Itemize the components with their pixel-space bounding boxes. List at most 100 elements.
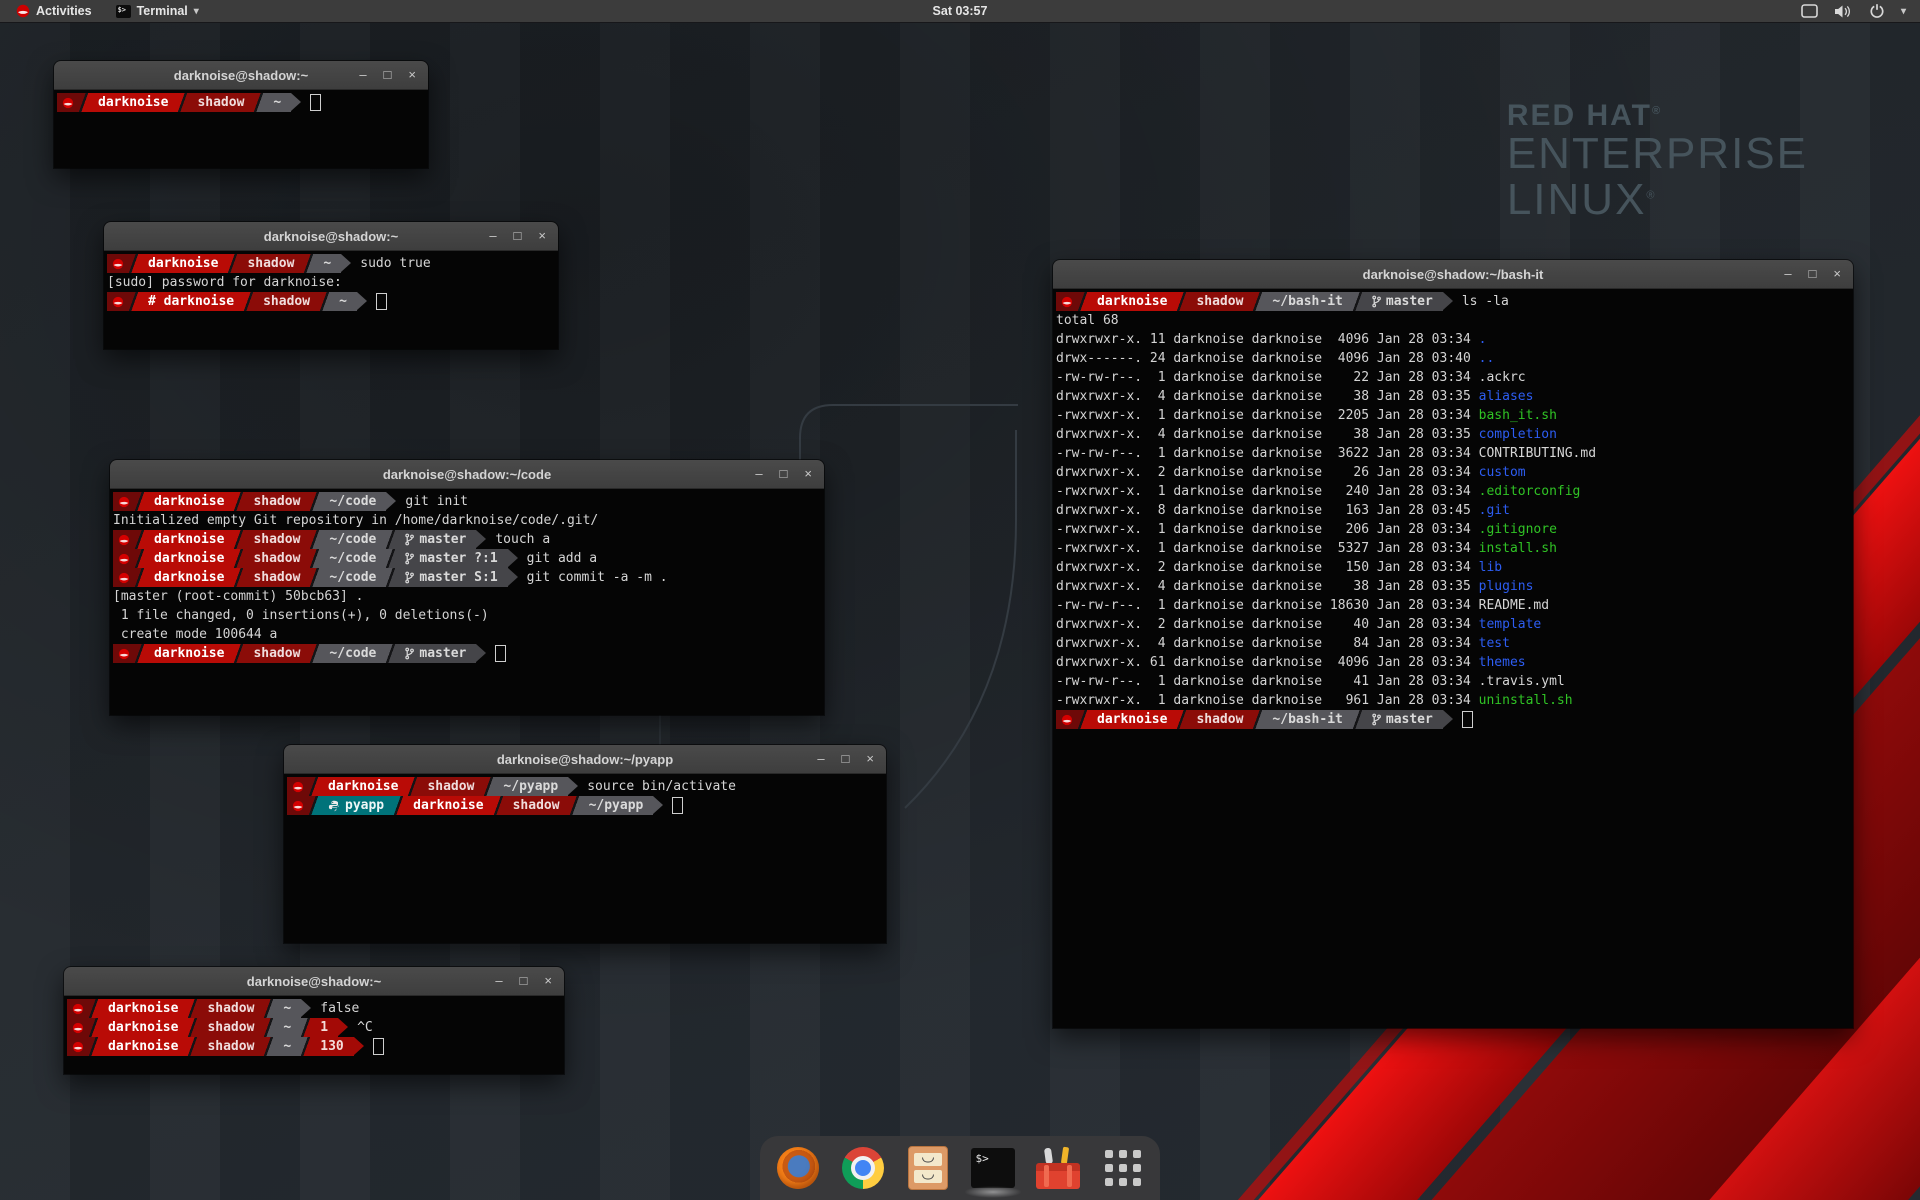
app-menu-button[interactable]: $> Terminal ▾ [106,0,209,22]
terminal-prompt-line: darknoiseshadow~1^C [67,1018,564,1037]
close-button[interactable]: × [544,967,552,995]
minimize-button[interactable]: – [755,460,762,488]
ls-filename: test [1479,636,1510,651]
terminal-content[interactable]: darknoiseshadow~falsedarknoiseshadow~1^C… [64,996,564,1072]
terminal-command: git add a [527,549,597,568]
redhat-fedora-icon [16,4,30,18]
fedora-icon [118,648,130,660]
prompt-segment-icon [67,999,89,1018]
fedora-icon [292,800,304,812]
powerline-separator [1078,710,1087,729]
terminal-content[interactable]: darknoiseshadow~sudo true[sudo] password… [104,251,558,347]
prompt-segment-icon [113,644,135,663]
window-titlebar[interactable]: darknoise@shadow:~ – □ × [104,222,558,251]
terminal-content[interactable]: darknoiseshadow~/pyappsource bin/activat… [284,774,886,941]
close-button[interactable]: × [1833,260,1841,288]
powerline-separator [244,292,253,311]
maximize-button[interactable]: □ [842,745,850,773]
volume-icon[interactable] [1834,4,1853,19]
powerline-arrow [386,492,396,510]
toolbox-icon[interactable] [1036,1146,1080,1190]
fedora-icon [72,1041,84,1053]
prompt-segment-host: shadow [417,777,484,796]
maximize-button[interactable]: □ [780,460,788,488]
terminal-output-line: create mode 100644 a [113,625,824,644]
terminal-icon[interactable]: $> [971,1146,1015,1190]
window-titlebar[interactable]: darknoise@shadow:~/code – □ × [110,460,824,489]
powerline-separator [301,1018,310,1037]
maximize-button[interactable]: □ [520,967,528,995]
close-button[interactable]: × [408,61,416,89]
terminal-ls-row: -rwxrwxr-x. 1 darknoise darknoise 240 Ja… [1056,482,1853,501]
ls-filename: .ackrc [1479,370,1526,385]
fedora-icon [118,553,130,565]
window-titlebar[interactable]: darknoise@shadow:~/bash-it – □ × [1053,260,1853,289]
fedora-icon [72,1003,84,1015]
window-title: darknoise@shadow:~ [174,68,308,83]
window-titlebar[interactable]: darknoise@shadow:~ – □ × [54,61,428,90]
powerline-separator [494,796,503,815]
powerline-separator [386,549,395,568]
prompt-segment-icon [57,93,79,112]
powerline-separator [1177,292,1186,311]
terminal-content[interactable]: darknoiseshadow~ [54,90,428,166]
powerline-arrow [1443,292,1453,310]
powerline-separator [178,93,187,112]
terminal-ls-row: drwxrwxr-x. 4 darknoise darknoise 38 Jan… [1056,577,1853,596]
clock[interactable]: Sat 03:57 [933,4,988,18]
window-titlebar[interactable]: darknoise@shadow:~/pyapp – □ × [284,745,886,774]
minimize-button[interactable]: – [495,967,502,995]
terminal-content[interactable]: darknoiseshadow~/bash-itmasterls -latota… [1053,289,1853,1026]
ls-filename: README.md [1479,598,1549,613]
prompt-segment-host: shadow [197,1037,264,1056]
prompt-segment-host: shadow [197,999,264,1018]
system-menu-chevron-icon[interactable]: ▾ [1901,6,1906,17]
chrome-icon[interactable] [841,1146,885,1190]
files-icon[interactable] [906,1146,950,1190]
git-branch-icon [405,571,414,584]
top-bar: Activities $> Terminal ▾ Sat 03:57 ▾ [0,0,1920,23]
fedora-icon [112,258,124,270]
powerline-separator [234,644,243,663]
terminal-window-home-small: darknoise@shadow:~ – □ × darknoiseshadow… [54,61,428,168]
prompt-segment-user: darknoise [144,568,234,587]
powerline-separator [386,530,395,549]
git-branch-icon [405,647,414,660]
prompt-segment-user: darknoise [144,530,234,549]
fedora-icon [292,781,304,793]
maximize-button[interactable]: □ [514,222,522,250]
terminal-prompt-line: darknoiseshadow~/bash-itmasterls -la [1056,292,1853,311]
terminal-content[interactable]: darknoiseshadow~/codegit initInitialized… [110,489,824,713]
prompt-segment-path: ~ [313,254,341,273]
powerline-separator [1353,710,1362,729]
close-button[interactable]: × [538,222,546,250]
rhel-wordmark: RED HAT® ENTERPRISE LINUX® [1507,100,1808,223]
powerline-arrow [476,530,486,548]
powerline-separator [135,549,144,568]
powerline-arrow [341,254,351,272]
power-icon[interactable] [1869,3,1885,19]
app-grid-icon[interactable] [1101,1146,1145,1190]
terminal-cursor [1462,711,1473,728]
git-branch-icon [1372,713,1381,726]
terminal-ls-row: drwxrwxr-x. 2 darknoise darknoise 26 Jan… [1056,463,1853,482]
maximize-button[interactable]: □ [384,61,392,89]
close-button[interactable]: × [804,460,812,488]
minimize-button[interactable]: – [359,61,366,89]
close-button[interactable]: × [866,745,874,773]
prompt-segment-user: darknoise [1087,710,1177,729]
powerline-separator [264,1037,273,1056]
firefox-icon[interactable] [776,1146,820,1190]
minimize-button[interactable]: – [489,222,496,250]
minimize-button[interactable]: – [817,745,824,773]
maximize-button[interactable]: □ [1809,260,1817,288]
terminal-ls-row: -rwxrwxr-x. 1 darknoise darknoise 5327 J… [1056,539,1853,558]
fedora-icon [112,296,124,308]
screen-icon[interactable] [1801,4,1818,18]
minimize-button[interactable]: – [1784,260,1791,288]
activities-button[interactable]: Activities [8,0,100,22]
ls-filename: bash_it.sh [1479,408,1557,423]
terminal-command: git init [405,492,468,511]
prompt-segment-path: ~/pyapp [579,796,654,815]
window-titlebar[interactable]: darknoise@shadow:~ – □ × [64,967,564,996]
